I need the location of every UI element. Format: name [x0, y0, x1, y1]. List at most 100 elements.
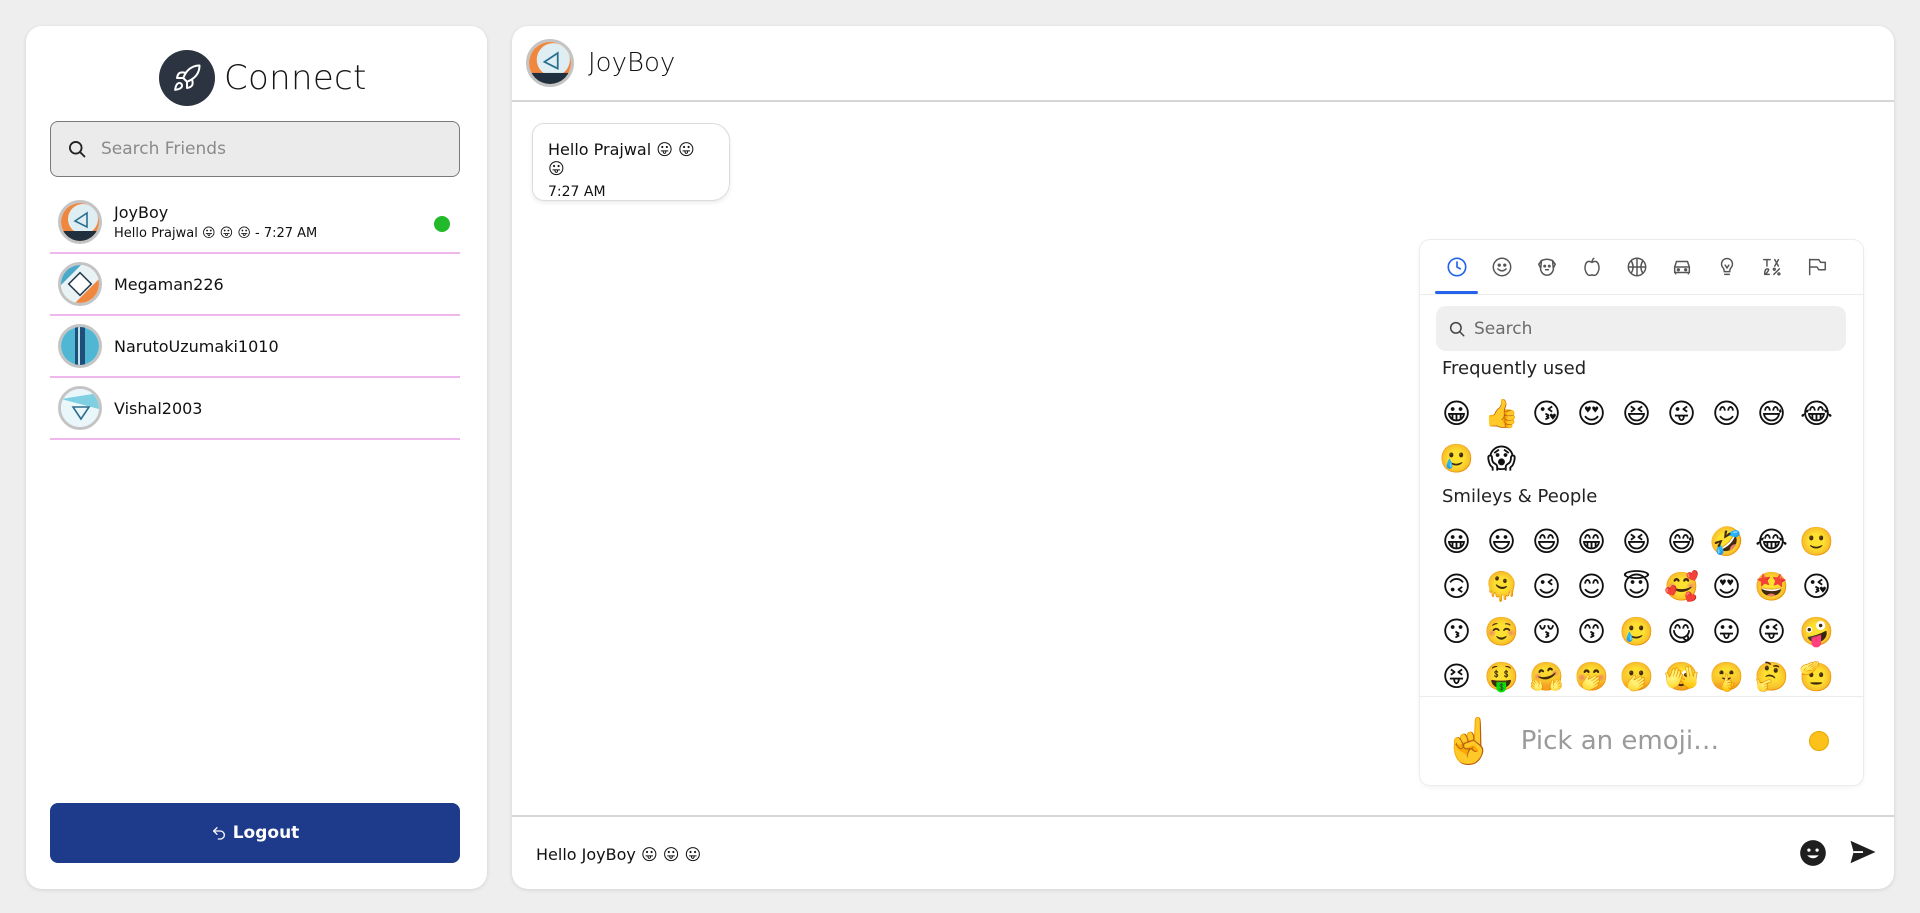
emoji-option[interactable]: 😅: [1659, 519, 1704, 564]
emoji-option[interactable]: 🫣: [1659, 654, 1704, 696]
emoji-picker: Frequently used 😀👍😘😍😆😜😊😅😂🥲😱 Smileys & Pe…: [1420, 240, 1863, 785]
tab-symbols[interactable]: [1749, 240, 1794, 294]
search-friends-box[interactable]: [50, 121, 460, 177]
emoji-option[interactable]: 🫢: [1614, 654, 1659, 696]
emoji-option[interactable]: 😇: [1614, 564, 1659, 609]
emoji-option[interactable]: 😜: [1749, 609, 1794, 654]
emoji-button-icon[interactable]: [1799, 839, 1827, 867]
emoji-option[interactable]: 😜: [1659, 391, 1704, 436]
emoji-option[interactable]: 🤑: [1479, 654, 1524, 696]
emoji-option[interactable]: 😀: [1434, 519, 1479, 564]
apple-icon: [1583, 257, 1600, 277]
emoji-option[interactable]: 😆: [1614, 519, 1659, 564]
emoji-preview: ☝️ Pick an emoji…: [1420, 696, 1863, 785]
emoji-option[interactable]: 😀: [1434, 391, 1479, 436]
basketball-icon: [1627, 257, 1646, 277]
tab-food[interactable]: [1569, 240, 1614, 294]
friend-last-message: Hello Prajwal 😛 😛 😛 - 7:27 AM: [114, 226, 318, 241]
message-time: 7:27 AM: [548, 184, 606, 200]
message-composer: [512, 815, 1894, 889]
emoji-list[interactable]: Frequently used 😀 👍 😘 😍 😆 😜 😊 😅 😂 🥲 😱 Smileys & Pe…: [1434, 359, 1854, 696]
emoji-option[interactable]: 🥲: [1614, 609, 1659, 654]
tab-animals[interactable]: [1524, 240, 1569, 294]
flag-icon: [1808, 258, 1826, 276]
emoji-option[interactable]: 😃: [1479, 519, 1524, 564]
send-icon[interactable]: [1848, 837, 1878, 867]
friend-item-megaman226[interactable]: Megaman226: [50, 254, 460, 316]
emoji-option[interactable]: 😂: [1794, 391, 1839, 436]
emoji-option[interactable]: 👍: [1479, 391, 1524, 436]
emoji-option[interactable]: 😋: [1659, 609, 1704, 654]
emoji-grid-smileys: 😀 😃 😄 😁 😆 😅 🤣 😂 🙂 🙃 🫠 😉 😊 😇 🥰 😍 🤩 😘 😗 ☺️ 😚 😙 🥲 😋 😛 😜 🤪 😝 🤑 🤗 🤭 🫢 🫣 🤫 🤔 🫡: [1434, 519, 1848, 696]
emoji-option[interactable]: 🤪: [1794, 609, 1839, 654]
tab-frequent[interactable]: [1434, 240, 1479, 294]
friend-item-joyboy[interactable]: JoyBoy Hello Prajwal 😛 😛 😛 - 7:27 AM: [50, 192, 460, 254]
emoji-option[interactable]: 😊: [1569, 564, 1614, 609]
search-friends-input[interactable]: [101, 139, 421, 159]
tab-flags[interactable]: [1794, 240, 1839, 294]
emoji-search-input[interactable]: [1474, 318, 1834, 339]
emoji-option[interactable]: 😊: [1704, 391, 1749, 436]
tab-travel[interactable]: [1659, 240, 1704, 294]
friend-item-narutouzumaki1010[interactable]: NarutoUzumaki1010: [50, 316, 460, 378]
smiley-icon: [1492, 257, 1511, 277]
car-icon: [1673, 260, 1690, 275]
friend-item-vishal2003[interactable]: Vishal2003: [50, 378, 460, 440]
skin-tone-selector[interactable]: [1809, 731, 1829, 751]
tab-activities[interactable]: [1614, 240, 1659, 294]
friend-name: Megaman226: [114, 274, 224, 294]
tab-smileys[interactable]: [1479, 240, 1524, 294]
emoji-search-box[interactable]: [1436, 306, 1846, 351]
friend-list: JoyBoy Hello Prajwal 😛 😛 😛 - 7:27 AM Meg…: [50, 192, 460, 440]
preview-emoji: ☝️: [1442, 717, 1497, 766]
chat-title: JoyBoy: [588, 48, 676, 78]
emoji-option[interactable]: 😆: [1614, 391, 1659, 436]
emoji-option[interactable]: ☺️: [1479, 609, 1524, 654]
emoji-option[interactable]: 😉: [1524, 564, 1569, 609]
emoji-option[interactable]: 😗: [1434, 609, 1479, 654]
emoji-option[interactable]: 😂: [1749, 519, 1794, 564]
category-title-smileys: Smileys & People: [1442, 486, 1598, 507]
emoji-option[interactable]: 😘: [1524, 391, 1569, 436]
message-input[interactable]: [536, 840, 1736, 868]
avatar: [58, 386, 102, 430]
brand-title: Connect: [224, 58, 367, 98]
emoji-option[interactable]: 😘: [1794, 564, 1839, 609]
emoji-option[interactable]: 😍: [1704, 564, 1749, 609]
emoji-option[interactable]: 🙂: [1794, 519, 1839, 564]
emoji-option[interactable]: 🤭: [1569, 654, 1614, 696]
emoji-option[interactable]: 😄: [1524, 519, 1569, 564]
logout-icon: [212, 827, 225, 840]
category-title-frequent: Frequently used: [1442, 359, 1587, 379]
emoji-option[interactable]: 😝: [1434, 654, 1479, 696]
emoji-option[interactable]: 🫡: [1794, 654, 1839, 696]
emoji-option[interactable]: 🤩: [1749, 564, 1794, 609]
avatar: [58, 200, 102, 244]
emoji-option[interactable]: 🤫: [1704, 654, 1749, 696]
lightbulb-icon: [1720, 257, 1733, 276]
clock-icon: [1446, 257, 1467, 277]
tab-objects[interactable]: [1704, 240, 1749, 294]
emoji-option[interactable]: 😛: [1704, 609, 1749, 654]
emoji-option[interactable]: 😍: [1569, 391, 1614, 436]
emoji-option[interactable]: 🥲: [1434, 436, 1479, 481]
avatar: [58, 324, 102, 368]
emoji-option[interactable]: 😙: [1569, 609, 1614, 654]
emoji-option[interactable]: 🥰: [1659, 564, 1704, 609]
emoji-option[interactable]: 😅: [1749, 391, 1794, 436]
emoji-option[interactable]: 😱: [1479, 436, 1524, 481]
emoji-option[interactable]: 🫠: [1479, 564, 1524, 609]
logout-button[interactable]: Logout: [50, 803, 460, 863]
emoji-option[interactable]: 🙃: [1434, 564, 1479, 609]
chat-header: JoyBoy: [512, 26, 1894, 102]
emoji-option[interactable]: 🤣: [1704, 519, 1749, 564]
rocket-icon: [159, 50, 215, 106]
emoji-option[interactable]: 😚: [1524, 609, 1569, 654]
chat-panel: JoyBoy Hello Prajwal 😛 😛 😛 7:27 AM Searc…: [512, 26, 1894, 889]
friend-name: Vishal2003: [114, 398, 203, 418]
emoji-option[interactable]: 😁: [1569, 519, 1614, 564]
picker-divider: [1420, 294, 1863, 295]
emoji-option[interactable]: 🤗: [1524, 654, 1569, 696]
friend-name: NarutoUzumaki1010: [114, 336, 279, 356]
emoji-option[interactable]: 🤔: [1749, 654, 1794, 696]
